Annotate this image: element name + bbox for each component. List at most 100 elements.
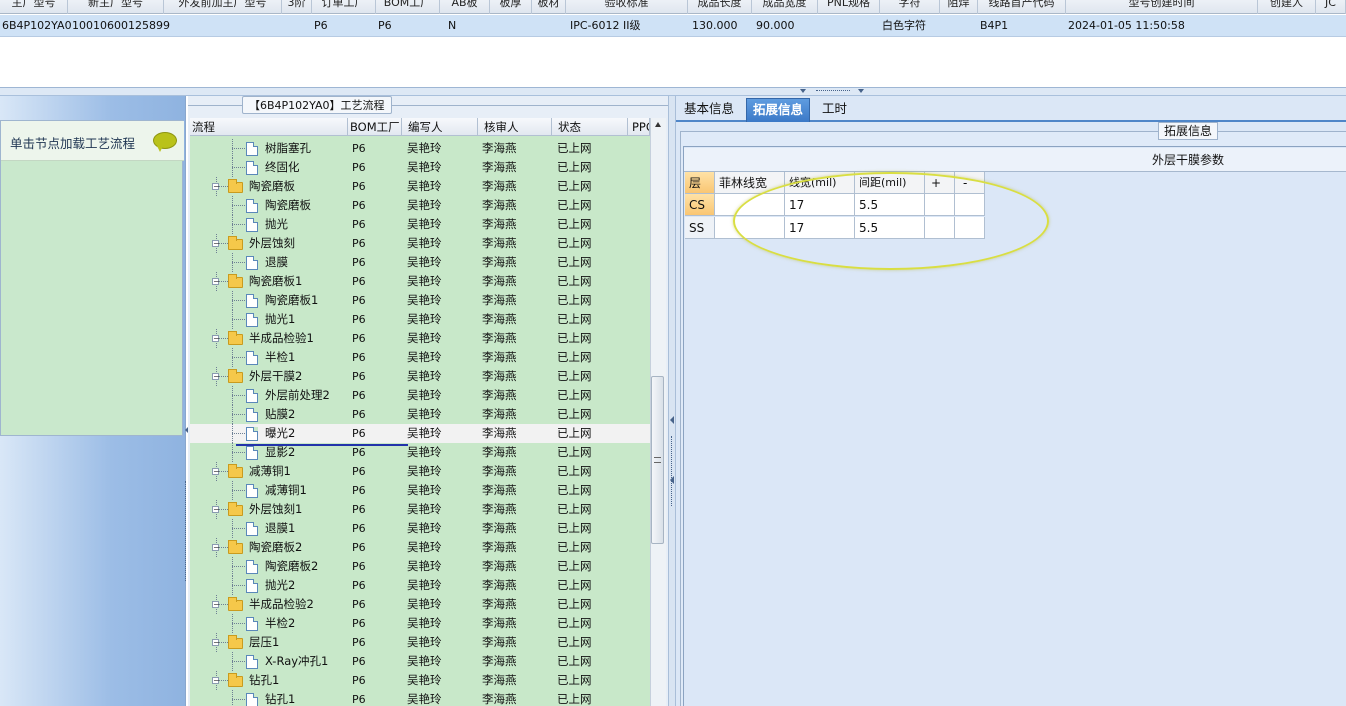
grid-cell-width[interactable]: 17 — [785, 194, 855, 216]
tree-row[interactable]: 陶瓷磨板2 P6 吴艳玲 李海燕 已上网 — [190, 557, 650, 576]
col-header[interactable]: 型号创建时间 — [1066, 0, 1258, 14]
col-header[interactable]: 板厚 — [490, 0, 532, 14]
tree-row[interactable]: 半检2 P6 吴艳玲 李海燕 已上网 — [190, 614, 650, 633]
cell-char[interactable]: 白色字符 — [882, 15, 926, 37]
col-header[interactable]: BOM工厂 — [376, 0, 440, 14]
tab-work-hours[interactable]: 工时 — [816, 98, 853, 122]
horizontal-splitter[interactable] — [0, 88, 1346, 96]
tree-col-header[interactable]: 核审人 — [478, 118, 552, 136]
tree-col-header[interactable]: 流程 — [190, 118, 348, 136]
col-header[interactable]: PNL规格 — [818, 0, 880, 14]
collapse-toggle-icon[interactable]: − — [212, 677, 220, 685]
collapse-left-icon[interactable] — [670, 476, 674, 484]
left-tree-area[interactable]: 单击节点加载工艺流程 — [0, 120, 184, 436]
tree-row[interactable]: 陶瓷磨板1 P6 吴艳玲 李海燕 已上网 — [190, 291, 650, 310]
process-tree[interactable]: 树脂塞孔 P6 吴艳玲 李海燕 已上网 终固化 P6 吴艳玲 李海燕 已上网 − 陶瓷磨板 P6 吴艳玲李… — [190, 136, 650, 706]
collapse-toggle-icon[interactable]: − — [212, 639, 220, 647]
col-header[interactable]: 阻焊 — [940, 0, 978, 14]
tree-row[interactable]: 贴膜2 P6 吴艳玲 李海燕 已上网 — [190, 405, 650, 424]
grid-row-layer[interactable]: CS — [685, 194, 715, 216]
tree-row[interactable]: − 减薄铜1 P6 吴艳玲 李海燕 已上网 — [190, 462, 650, 481]
collapse-toggle-icon[interactable]: − — [212, 373, 220, 381]
tree-row[interactable]: − 半成品检验1 P6 吴艳玲 李海燕 已上网 — [190, 329, 650, 348]
tree-row[interactable]: X-Ray冲孔1 P6 吴艳玲 李海燕 已上网 — [190, 652, 650, 671]
tree-row[interactable]: 外层前处理2 P6 吴艳玲 李海燕 已上网 — [190, 386, 650, 405]
col-header[interactable]: 订单工厂 — [312, 0, 376, 14]
tree-row[interactable]: 树脂塞孔 P6 吴艳玲 李海燕 已上网 — [190, 139, 650, 158]
tree-row[interactable]: − 钻孔1 P6 吴艳玲 李海燕 已上网 — [190, 671, 650, 690]
grid-cell-width[interactable]: 17 — [785, 217, 855, 239]
grid-cell-spacing[interactable]: 5.5 — [855, 217, 925, 239]
grid-row-layer[interactable]: SS — [685, 217, 715, 239]
tree-row[interactable]: 陶瓷磨板 P6 吴艳玲 李海燕 已上网 — [190, 196, 650, 215]
col-header[interactable]: AB板 — [440, 0, 490, 14]
tree-row[interactable]: 半检1 P6 吴艳玲 李海燕 已上网 — [190, 348, 650, 367]
collapse-left-icon[interactable] — [670, 416, 674, 424]
tree-col-header[interactable]: PPC — [628, 118, 650, 136]
grid-cell-film-width[interactable] — [715, 217, 785, 239]
tree-row[interactable]: − 陶瓷磨板1 P6 吴艳玲 李海燕 已上网 — [190, 272, 650, 291]
remove-column-button[interactable]: - — [955, 172, 985, 194]
cell-created[interactable]: 2024-01-05 11:50:58 — [1068, 15, 1185, 37]
tree-col-header[interactable]: BOM工厂 — [348, 118, 402, 136]
cell-code[interactable]: 6B4P102YA0 — [2, 15, 72, 37]
collapse-toggle-icon[interactable]: − — [212, 278, 220, 286]
collapse-toggle-icon[interactable]: − — [212, 468, 220, 476]
tree-row[interactable]: − 半成品检验2 P6 吴艳玲 李海燕 已上网 — [190, 595, 650, 614]
col-header[interactable]: 新主厂型号 — [68, 0, 164, 14]
scroll-thumb[interactable] — [651, 376, 664, 544]
tree-row-selected[interactable]: 曝光2 P6 吴艳玲 李海燕 已上网 — [190, 424, 650, 443]
col-header[interactable]: 外发前加主厂型号 — [164, 0, 282, 14]
collapse-arrow-icon[interactable] — [858, 89, 864, 93]
cell-standard[interactable]: IPC-6012 II级 — [570, 15, 641, 37]
grid-header-spacing[interactable]: 间距(mil) — [855, 172, 925, 194]
tree-row[interactable]: − 层压1 P6 吴艳玲 李海燕 已上网 — [190, 633, 650, 652]
col-header[interactable]: JC — [1316, 0, 1346, 14]
cell-width[interactable]: 90.000 — [756, 15, 795, 37]
tab-basic-info[interactable]: 基本信息 — [678, 98, 740, 122]
col-header[interactable]: 验收标准 — [566, 0, 688, 14]
add-column-button[interactable]: + — [925, 172, 955, 194]
grid-cell-empty[interactable] — [955, 194, 985, 216]
col-header[interactable]: 线路首产代码 — [978, 0, 1066, 14]
grid-cell-film-width[interactable] — [715, 194, 785, 216]
collapse-toggle-icon[interactable]: − — [212, 506, 220, 514]
col-header[interactable]: 板材 — [532, 0, 566, 14]
collapse-toggle-icon[interactable]: − — [212, 183, 220, 191]
col-header[interactable]: 主厂型号 — [0, 0, 68, 14]
cell-ab[interactable]: N — [448, 15, 456, 37]
col-header[interactable]: 字符 — [880, 0, 940, 14]
grid-header-width[interactable]: 线宽(mil) — [785, 172, 855, 194]
grid-header-layer[interactable]: 层 — [685, 172, 715, 194]
tree-row[interactable]: − 外层蚀刻1 P6 吴艳玲 李海燕 已上网 — [190, 500, 650, 519]
tree-row[interactable]: 抛光2 P6 吴艳玲 李海燕 已上网 — [190, 576, 650, 595]
grid-header-film-width[interactable]: 菲林线宽 — [715, 172, 785, 194]
grid-cell-empty[interactable] — [925, 217, 955, 239]
tree-col-header[interactable]: 状态 — [552, 118, 628, 136]
tree-row[interactable]: 减薄铜1 P6 吴艳玲 李海燕 已上网 — [190, 481, 650, 500]
collapse-arrow-icon[interactable] — [800, 89, 806, 93]
collapse-toggle-icon[interactable]: − — [212, 335, 220, 343]
collapse-toggle-icon[interactable]: − — [212, 544, 220, 552]
collapse-toggle-icon[interactable]: − — [212, 240, 220, 248]
tree-row[interactable]: 抛光 P6 吴艳玲 李海燕 已上网 — [190, 215, 650, 234]
tree-col-header[interactable]: 编写人 — [402, 118, 478, 136]
tree-row[interactable]: − 外层干膜2 P6 吴艳玲 李海燕 已上网 — [190, 367, 650, 386]
collapse-toggle-icon[interactable]: − — [212, 601, 220, 609]
grid-cell-empty[interactable] — [955, 217, 985, 239]
cell-order-factory[interactable]: P6 — [314, 15, 328, 37]
tree-row[interactable]: 退膜1 P6 吴艳玲 李海燕 已上网 — [190, 519, 650, 538]
grid-cell-spacing[interactable]: 5.5 — [855, 194, 925, 216]
grid-cell-empty[interactable] — [925, 194, 955, 216]
cell-length[interactable]: 130.000 — [692, 15, 738, 37]
cell-bom-factory[interactable]: P6 — [378, 15, 392, 37]
tree-row[interactable]: 钻孔1 P6 吴艳玲 李海燕 已上网 — [190, 690, 650, 706]
col-header[interactable]: 创建人 — [1258, 0, 1316, 14]
col-header[interactable]: 成品长度 — [688, 0, 752, 14]
col-header[interactable]: 3阶 — [282, 0, 312, 14]
tree-row[interactable]: − 外层蚀刻 P6 吴艳玲 李海燕 已上网 — [190, 234, 650, 253]
vertical-splitter[interactable] — [668, 96, 676, 706]
tab-extended-info[interactable]: 拓展信息 — [746, 98, 811, 122]
tree-row[interactable]: 退膜 P6 吴艳玲 李海燕 已上网 — [190, 253, 650, 272]
tree-row[interactable]: − 陶瓷磨板 P6 吴艳玲 李海燕 已上网 — [190, 177, 650, 196]
